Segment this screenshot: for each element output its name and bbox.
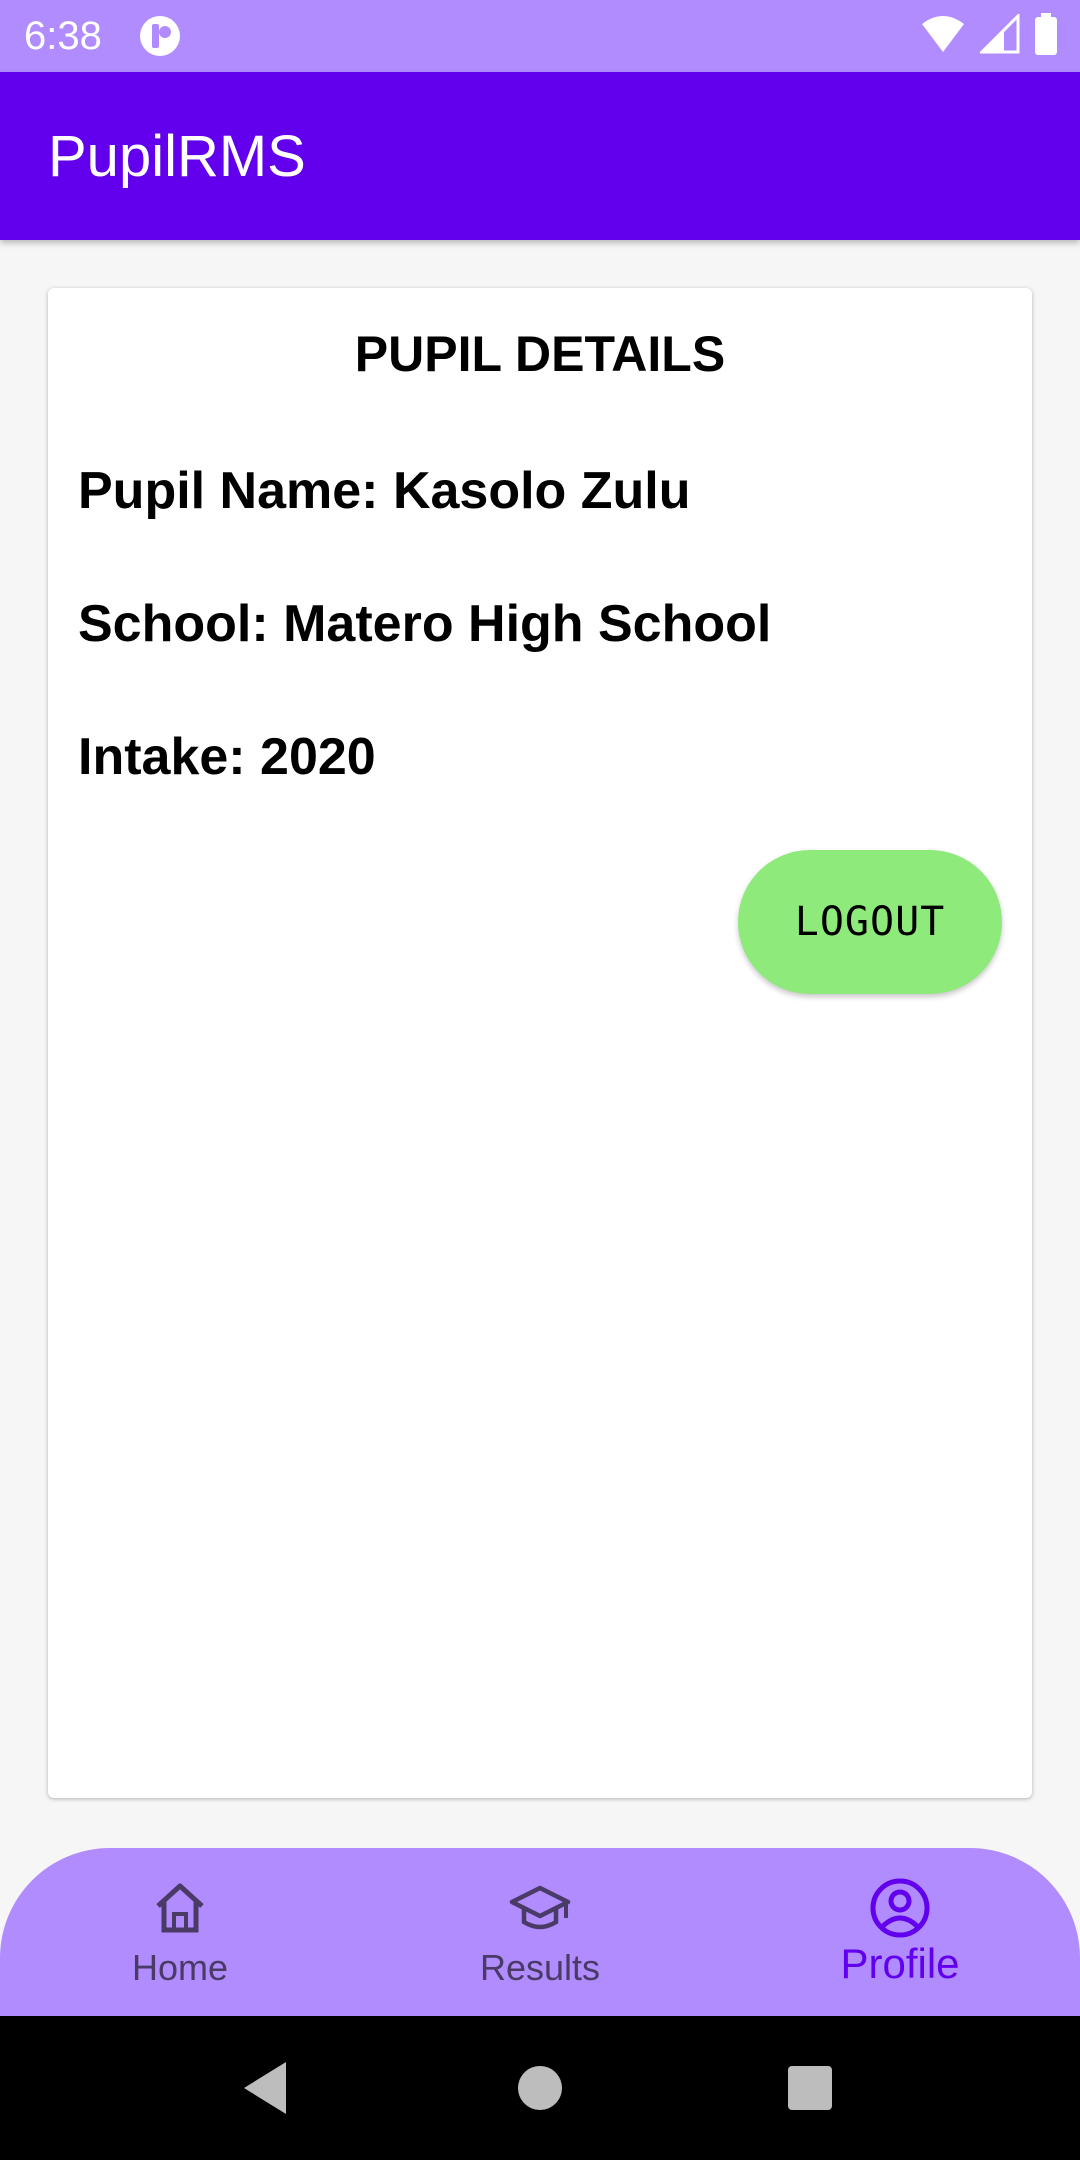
status-time: 6:38	[24, 14, 102, 58]
bottom-navigation: Home Results Profile	[0, 1848, 1080, 2016]
school-text: School: Matero High School	[78, 595, 772, 653]
graduation-cap-icon	[508, 1876, 572, 1940]
home-icon	[148, 1876, 212, 1940]
nav-label-results: Results	[479, 1947, 601, 1988]
battery-icon	[1034, 12, 1058, 60]
account-circle-icon	[868, 1876, 932, 1940]
cell-signal-icon	[978, 11, 1020, 59]
nav-item-profile[interactable]: Profile	[720, 1848, 1080, 2016]
wifi-icon	[920, 14, 966, 59]
pupil-name-text: Pupil Name: Kasolo Zulu	[78, 462, 691, 520]
app-title: PupilRMS	[48, 124, 306, 189]
back-icon[interactable]	[236, 2056, 300, 2120]
status-bar: 6:38	[0, 0, 1080, 72]
intake-text: Intake: 2020	[78, 728, 376, 786]
nav-label-home: Home	[131, 1947, 229, 1988]
nav-item-home[interactable]: Home	[0, 1848, 360, 2016]
home-circle-icon[interactable]	[508, 2056, 572, 2120]
app-notification-icon	[138, 14, 182, 58]
system-navigation-bar	[0, 2016, 1080, 2160]
pupil-details-card: PUPIL DETAILS Pupil Name: Kasolo Zulu Sc…	[48, 288, 1032, 1798]
recents-square-icon[interactable]	[778, 2056, 842, 2120]
card-title: PUPIL DETAILS	[354, 326, 726, 382]
app-bar: PupilRMS	[0, 72, 1080, 240]
nav-item-results[interactable]: Results	[360, 1848, 720, 2016]
nav-label-profile: Profile	[840, 1940, 960, 1987]
logout-button[interactable]: LOGOUT	[738, 850, 1002, 994]
